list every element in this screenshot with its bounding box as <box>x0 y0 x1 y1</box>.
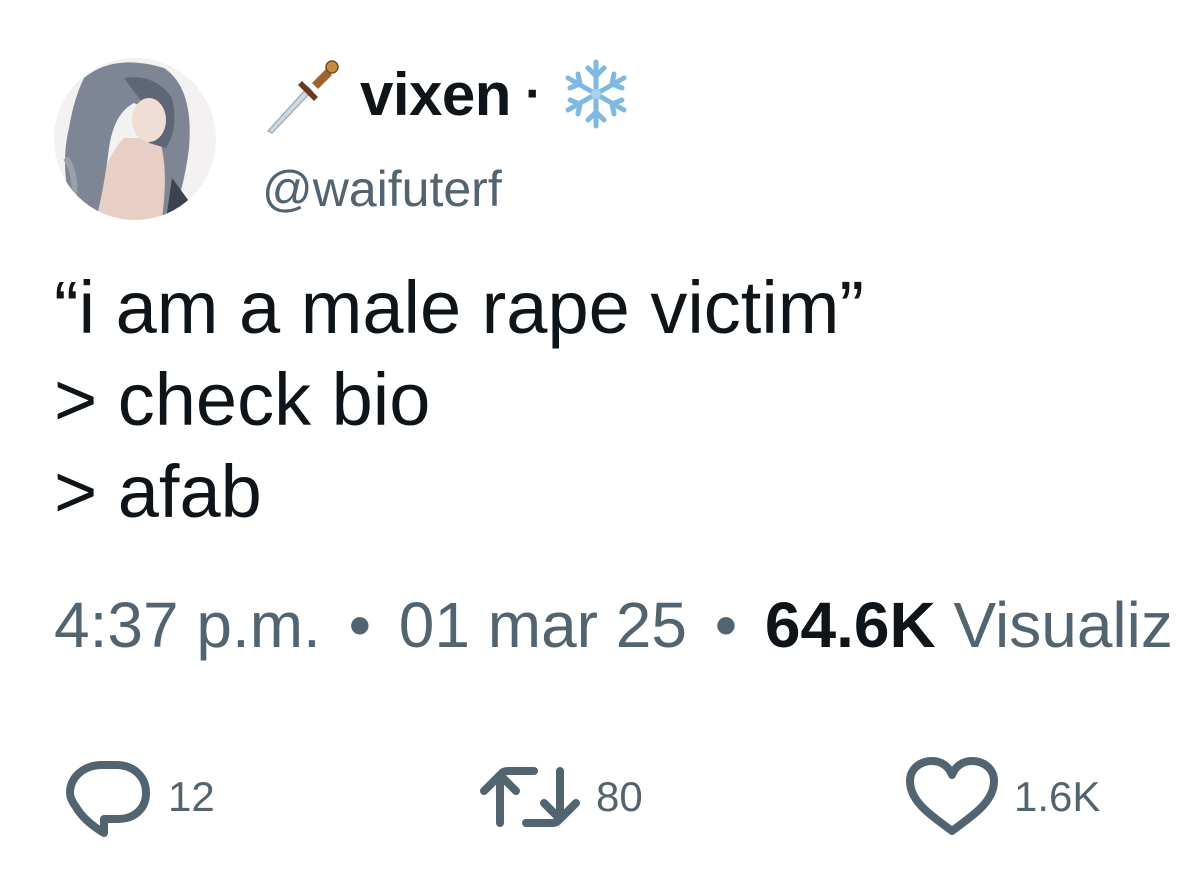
tweet-text-line: > check bio <box>54 358 431 441</box>
snowflake-icon <box>565 59 627 129</box>
tweet-text-line: > afab <box>54 450 262 533</box>
views-label: Visualiz <box>953 589 1173 661</box>
tweet-text-line: “i am a male rape victim” <box>54 266 865 349</box>
heart-icon <box>906 757 998 835</box>
like-button[interactable]: 1.6K <box>904 755 1100 839</box>
reply-count: 12 <box>168 773 215 820</box>
avatar[interactable] <box>54 58 216 220</box>
author-handle[interactable]: @waifuterf <box>262 160 502 218</box>
meta-separator: • <box>348 589 371 661</box>
retweet-count: 80 <box>596 773 643 820</box>
author-name-row[interactable]: vixen · <box>262 52 632 136</box>
like-count: 1.6K <box>1014 773 1101 820</box>
tweet-meta: 4:37 p.m. • 01 mar 25 • 64.6K Visualiz <box>54 588 1173 662</box>
tweet-card: vixen · @waifuterf “i am a male rape vic… <box>0 0 1200 885</box>
reply-icon <box>66 761 150 837</box>
tweet-text: “i am a male rape victim” > check bio > … <box>54 262 1174 538</box>
retweet-icon <box>480 767 580 827</box>
name-separator: · <box>524 65 543 123</box>
dagger-icon <box>266 60 339 134</box>
tweet-actions: 12 80 1.6K <box>64 755 1200 839</box>
meta-separator: • <box>714 589 738 661</box>
views-count[interactable]: 64.6K <box>765 589 936 661</box>
retweet-button[interactable]: 80 <box>478 755 643 839</box>
tweet-date[interactable]: 01 mar 25 <box>399 589 687 661</box>
avatar-image <box>54 58 216 220</box>
tweet-time[interactable]: 4:37 p.m. <box>54 589 321 661</box>
reply-button[interactable]: 12 <box>64 755 215 839</box>
author-display-name[interactable]: vixen <box>360 60 511 129</box>
